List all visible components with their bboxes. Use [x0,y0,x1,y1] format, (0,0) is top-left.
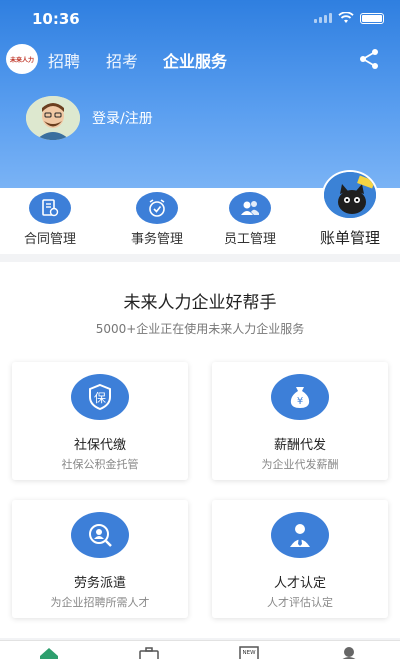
service-desc: 人才评估认定 [267,596,333,609]
money-bag-icon: ¥ [271,374,329,420]
shield-icon: 保 [71,374,129,420]
menu-label-billing: 账单管理 [319,229,380,247]
main-content: 未来人力企业好帮手 5000+企业正在使用未来人力企业服务 保 社保代缴 社保公… [0,262,400,638]
briefcase-icon[interactable] [138,646,160,659]
service-title: 人才认定 [273,576,326,591]
menu-item-contract[interactable]: 合同管理 [10,188,90,254]
news-badge-text: NEW [242,650,256,656]
person-search-icon [71,512,129,558]
logo-text: 未来人力 [9,56,34,64]
service-card-labor-dispatch[interactable]: 劳务派遣 为企业招聘所需人才 [12,500,188,618]
share-icon[interactable] [358,48,380,70]
header: 10:36 未来人力 招聘 招考 企业服务 登录/注册 [0,0,400,188]
status-bar: 10:36 [0,10,400,30]
wifi-icon [338,12,354,23]
service-desc: 为企业代发薪酬 [261,458,339,471]
profile-icon[interactable] [338,646,360,659]
service-desc: 社保公积金托管 [61,458,139,471]
service-card-talent-certification[interactable]: 人才认定 人才评估认定 [212,500,388,618]
bottom-tabbar: NEW [0,640,400,659]
service-title: 劳务派遣 [73,576,126,591]
clock-check-icon [136,192,178,224]
menu-label-affairs: 事务管理 [130,232,183,247]
menu-item-staff[interactable]: 员工管理 [210,188,290,254]
money-bag-icon-text: ¥ [297,396,303,407]
menu-item-affairs[interactable]: 事务管理 [117,188,197,254]
login-register-link[interactable]: 登录/注册 [92,108,153,128]
menu-item-billing[interactable]: 账单管理 [310,170,390,254]
avatar[interactable] [26,96,80,140]
menu-label-contract: 合同管理 [23,232,76,247]
service-title: 薪酬代发 [273,438,326,453]
service-card-salary[interactable]: ¥ 薪酬代发 为企业代发薪酬 [212,362,388,480]
shield-icon-text: 保 [94,391,106,405]
management-menu: 合同管理 事务管理 员工管理 账单管理 [0,170,400,254]
staff-icon [229,192,271,224]
service-card-social-security[interactable]: 保 社保代缴 社保公积金托管 [12,362,188,480]
person-tie-icon [271,512,329,558]
signal-icon [314,13,332,23]
user-avatar-icon [26,96,80,140]
cat-mascot-icon [322,170,378,220]
nav-row: 未来人力 招聘 招考 企业服务 [0,44,400,74]
main-title: 未来人力企业好帮手 [123,293,277,313]
status-icons [314,12,384,24]
battery-icon [360,12,384,24]
service-title: 社保代缴 [73,438,126,453]
status-time: 10:36 [32,10,80,28]
news-icon[interactable]: NEW [238,646,260,659]
app-logo: 未来人力 [6,44,38,74]
home-icon[interactable] [38,646,60,659]
service-desc: 为企业招聘所需人才 [50,596,150,609]
tab-recruit[interactable]: 招聘 [48,48,80,72]
tab-enterprise-service[interactable]: 企业服务 [163,48,227,72]
contract-icon [29,192,71,224]
menu-label-staff: 员工管理 [223,232,276,247]
tab-exam[interactable]: 招考 [106,48,138,72]
main-subtitle: 5000+企业正在使用未来人力企业服务 [95,322,305,336]
